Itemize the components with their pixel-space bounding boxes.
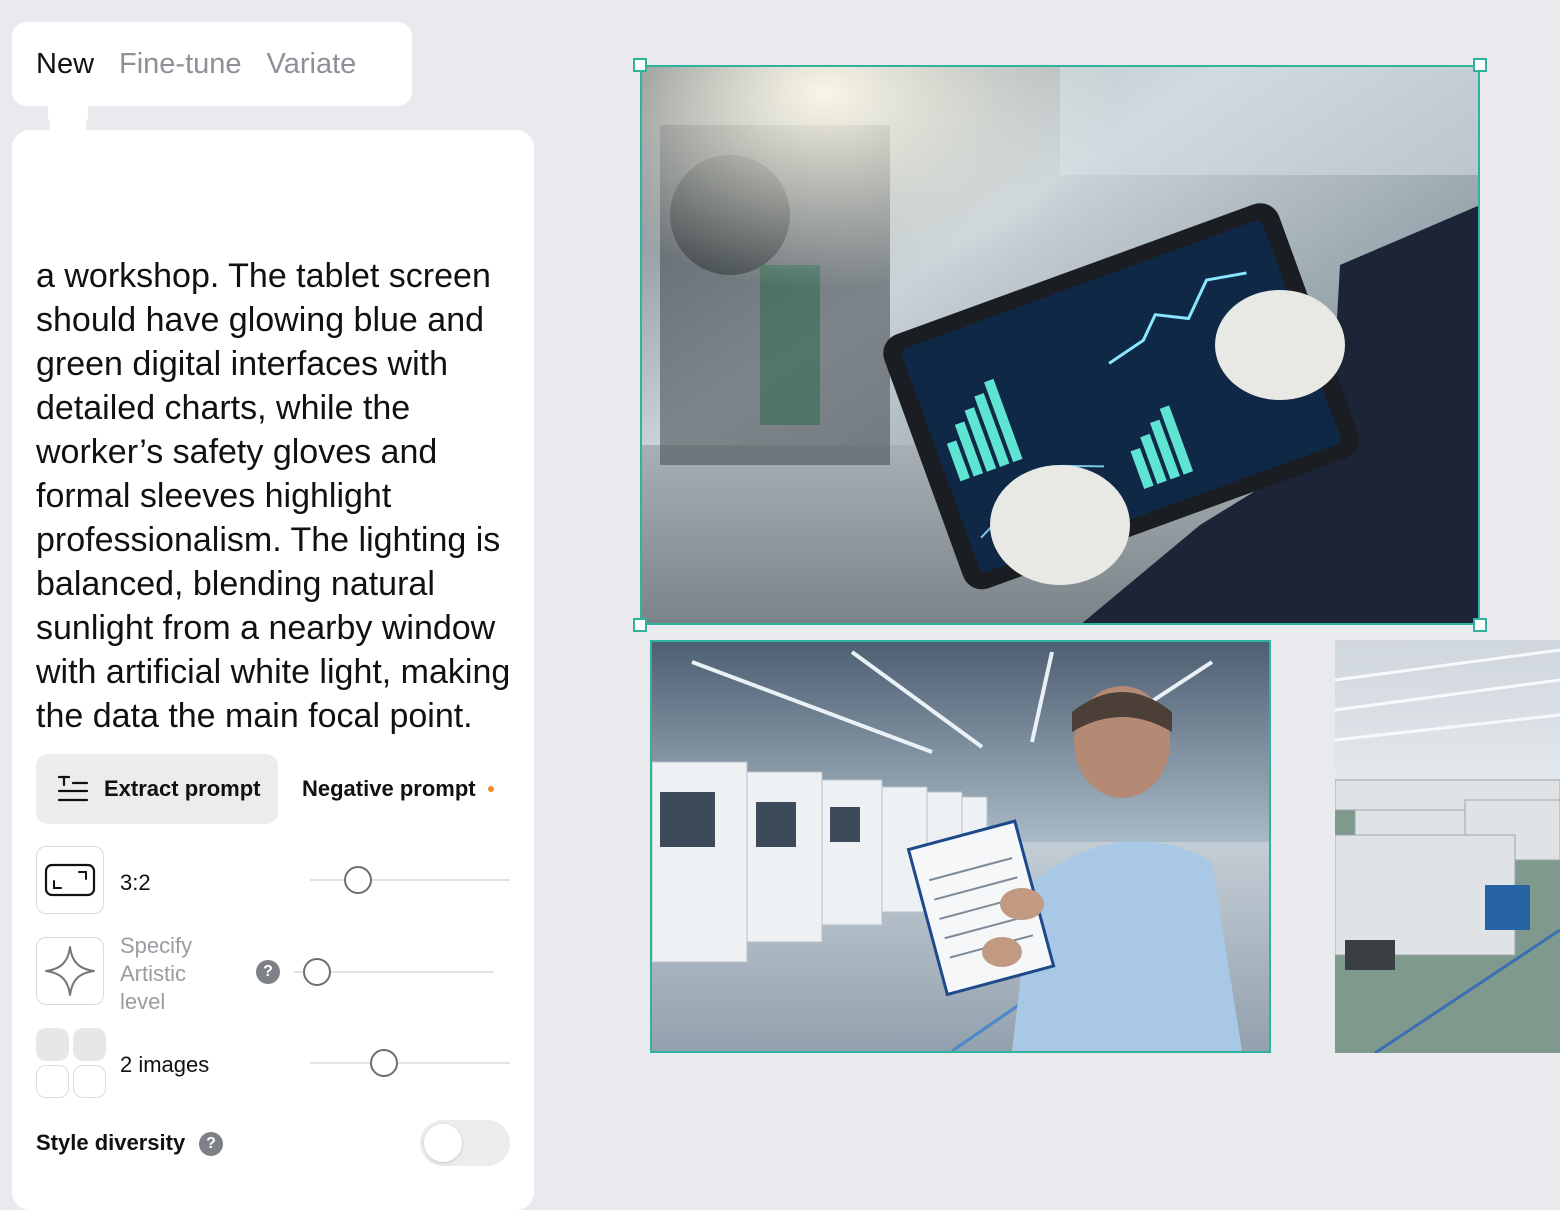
artistic-level-button[interactable] — [36, 937, 104, 1005]
style-diversity-help-icon[interactable]: ? — [199, 1132, 223, 1156]
tab-connector — [10, 98, 126, 146]
clipboard-worker-photo — [652, 642, 1269, 1051]
aspect-ratio-icon — [44, 863, 96, 897]
grid-icon[interactable] — [36, 1028, 106, 1098]
tab-new[interactable]: New — [36, 48, 94, 81]
tablet-factory-photo — [640, 65, 1480, 625]
mode-tabs: New Fine-tune Variate — [12, 22, 412, 106]
sparkle-icon — [45, 946, 95, 996]
resize-handle-bottom-right[interactable] — [1473, 618, 1487, 632]
negative-prompt-indicator — [487, 786, 494, 792]
clipboard-worker-image[interactable] — [650, 640, 1271, 1053]
image-count-slider[interactable] — [310, 1049, 510, 1077]
slider-thumb[interactable] — [303, 958, 331, 986]
resize-handle-top-left[interactable] — [633, 58, 647, 72]
toggle-knob — [424, 1124, 462, 1162]
aspect-ratio-button[interactable] — [36, 846, 104, 914]
prompt-text[interactable]: a workshop. The tablet screen should hav… — [36, 254, 526, 738]
resize-handle-bottom-left[interactable] — [633, 618, 647, 632]
aspect-ratio-row: 3:2 — [36, 846, 514, 916]
prompt-panel: a workshop. The tablet screen should hav… — [12, 130, 534, 1210]
artistic-level-slider[interactable] — [294, 958, 494, 986]
extract-prompt-label: Extract prompt — [104, 776, 261, 801]
slider-thumb[interactable] — [344, 866, 372, 894]
style-diversity-toggle[interactable] — [420, 1120, 510, 1166]
aspect-ratio-label: 3:2 — [120, 870, 151, 895]
text-lines-icon — [57, 775, 89, 802]
style-diversity-label: Style diversity — [36, 1130, 186, 1155]
negative-prompt-label: Negative prompt — [302, 776, 476, 801]
prompt-scroll-area[interactable]: a workshop. The tablet screen should hav… — [12, 130, 534, 738]
tab-fine-tune[interactable]: Fine-tune — [119, 48, 242, 81]
negative-prompt-button[interactable]: Negative prompt — [302, 754, 494, 824]
image-count-label: 2 images — [120, 1052, 210, 1077]
artistic-level-row: Specify Artistic level ? — [36, 933, 514, 1016]
extract-prompt-button[interactable]: Extract prompt — [36, 754, 278, 824]
artistic-level-label: Specify Artistic level — [120, 933, 193, 1014]
tablet-factory-image[interactable] — [640, 65, 1480, 625]
factory-floor-image[interactable] — [1335, 640, 1560, 1053]
image-count-row: 2 images — [36, 1028, 514, 1098]
slider-thumb[interactable] — [370, 1049, 398, 1077]
tab-variate[interactable]: Variate — [267, 48, 357, 81]
factory-floor-photo — [1335, 640, 1560, 1053]
aspect-ratio-slider[interactable] — [310, 866, 510, 894]
artistic-help-icon[interactable]: ? — [256, 960, 280, 984]
resize-handle-top-right[interactable] — [1473, 58, 1487, 72]
